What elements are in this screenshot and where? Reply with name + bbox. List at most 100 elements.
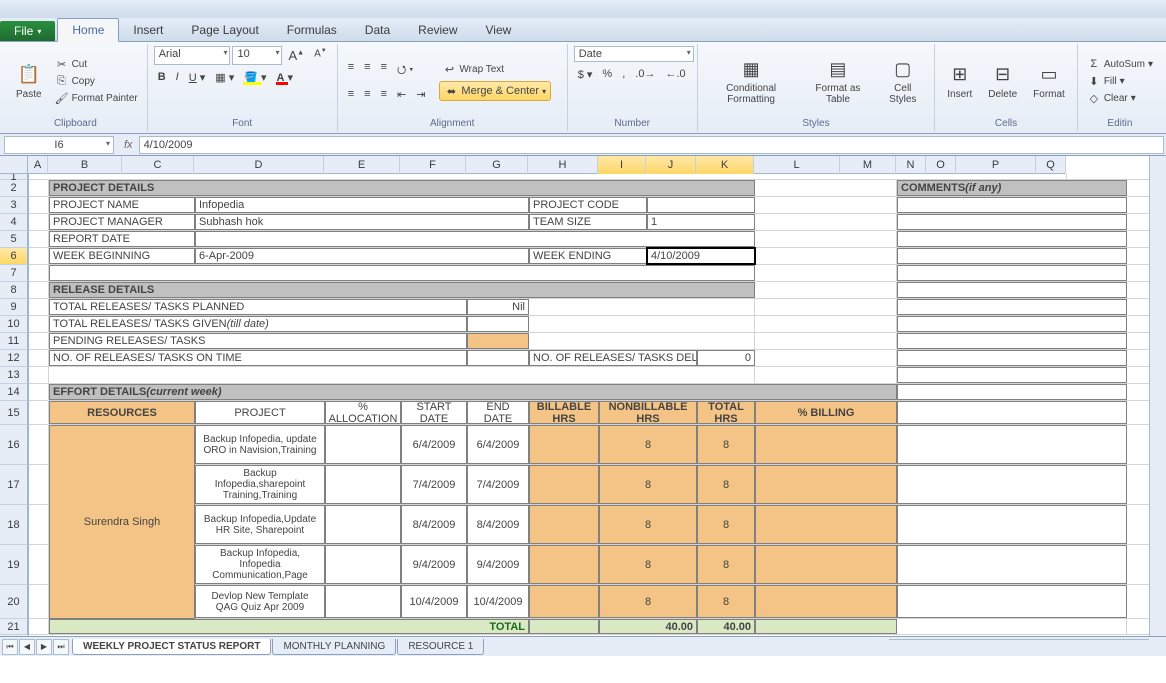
clear-button[interactable]: ◇Clear ▾ <box>1084 90 1156 106</box>
col-header-D[interactable]: D <box>194 156 324 174</box>
row-header-11[interactable]: 11 <box>0 333 28 350</box>
row-header-7[interactable]: 7 <box>0 265 28 282</box>
row-header-12[interactable]: 12 <box>0 350 28 367</box>
row-header-18[interactable]: 18 <box>0 505 28 545</box>
grid[interactable]: PROJECT DETAILSCOMMENTS (if any)PROJECT … <box>29 174 1166 656</box>
copy-button[interactable]: ⎘Copy <box>52 73 141 89</box>
tab-pagelayout[interactable]: Page Layout <box>177 19 272 41</box>
italic-button[interactable]: I <box>172 69 183 86</box>
align-left-button[interactable]: ≡ <box>344 86 358 103</box>
tab-insert[interactable]: Insert <box>119 19 177 41</box>
horizontal-scrollbar[interactable] <box>889 639 1149 656</box>
col-header-O[interactable]: O <box>926 156 956 174</box>
tab-nav-prev[interactable]: ◀ <box>19 639 35 655</box>
align-top-button[interactable]: ≡ <box>344 59 358 82</box>
tab-view[interactable]: View <box>472 19 526 41</box>
orientation-button[interactable]: ⭯ ▾ <box>393 59 417 82</box>
sheet-tab-1[interactable]: WEEKLY PROJECT STATUS REPORT <box>72 639 271 655</box>
font-name-combo[interactable]: Arial <box>154 46 231 65</box>
col-header-K[interactable]: K <box>696 156 754 174</box>
col-header-F[interactable]: F <box>400 156 466 174</box>
row-header-19[interactable]: 19 <box>0 545 28 585</box>
col-header-J[interactable]: J <box>646 156 696 174</box>
format-as-table-button[interactable]: ▤Format as Table <box>803 46 874 116</box>
align-middle-button[interactable]: ≡ <box>360 59 374 82</box>
row-header-10[interactable]: 10 <box>0 316 28 333</box>
col-header-H[interactable]: H <box>528 156 598 174</box>
wrap-text-button[interactable]: ↩Wrap Text <box>439 61 551 77</box>
col-header-B[interactable]: B <box>48 156 122 174</box>
row-header-20[interactable]: 20 <box>0 585 28 619</box>
select-all-corner[interactable] <box>0 156 28 174</box>
tab-review[interactable]: Review <box>404 19 471 41</box>
row-header-21[interactable]: 21 <box>0 619 28 635</box>
conditional-formatting-button[interactable]: ▦Conditional Formatting <box>704 46 799 116</box>
align-right-button[interactable]: ≡ <box>377 86 391 103</box>
font-size-combo[interactable]: 10 <box>232 46 282 65</box>
currency-button[interactable]: $ ▾ <box>574 66 597 83</box>
indent-inc-button[interactable]: ⇥ <box>412 86 429 103</box>
percent-button[interactable]: % <box>598 66 616 83</box>
cut-button[interactable]: ✂Cut <box>52 56 141 72</box>
fill-button[interactable]: ⬇Fill ▾ <box>1084 73 1156 89</box>
insert-cells-button[interactable]: ⊞Insert <box>941 46 978 116</box>
fx-icon[interactable]: fx <box>118 139 139 151</box>
grow-font-button[interactable]: A▲ <box>284 46 308 65</box>
comma-button[interactable]: , <box>618 66 629 83</box>
format-painter-button[interactable]: 🖌Format Painter <box>52 90 141 106</box>
row-header-15[interactable]: 15 <box>0 401 28 425</box>
shrink-font-button[interactable]: A▼ <box>310 46 331 65</box>
autosum-button[interactable]: ΣAutoSum ▾ <box>1084 56 1156 72</box>
col-header-M[interactable]: M <box>840 156 896 174</box>
row-header-5[interactable]: 5 <box>0 231 28 248</box>
row-header-3[interactable]: 3 <box>0 197 28 214</box>
tab-nav-next[interactable]: ▶ <box>36 639 52 655</box>
name-box[interactable]: I6 <box>4 136 114 154</box>
row-header-16[interactable]: 16 <box>0 425 28 465</box>
tab-nav-last[interactable]: ⏭ <box>53 639 69 655</box>
col-header-N[interactable]: N <box>896 156 926 174</box>
inc-decimal-button[interactable]: .0→ <box>631 66 659 83</box>
cell-styles-button[interactable]: ▢Cell Styles <box>877 46 928 116</box>
col-header-Q[interactable]: Q <box>1036 156 1066 174</box>
col-header-A[interactable]: A <box>28 156 48 174</box>
merge-center-button[interactable]: ⬌Merge & Center▾ <box>439 81 551 101</box>
row-header-17[interactable]: 17 <box>0 465 28 505</box>
col-header-L[interactable]: L <box>754 156 840 174</box>
col-header-I[interactable]: I <box>598 156 646 174</box>
row-header-9[interactable]: 9 <box>0 299 28 316</box>
indent-dec-button[interactable]: ⇤ <box>393 86 410 103</box>
align-bottom-button[interactable]: ≡ <box>377 59 391 82</box>
file-tab[interactable]: File <box>0 21 55 41</box>
row-header-13[interactable]: 13 <box>0 367 28 384</box>
formula-bar[interactable]: 4/10/2009 <box>139 136 1164 154</box>
format-cells-button[interactable]: ▭Format <box>1027 46 1071 116</box>
row-header-2[interactable]: 2 <box>0 180 28 197</box>
sheet-tab-3[interactable]: RESOURCE 1 <box>397 639 484 655</box>
col-header-G[interactable]: G <box>466 156 528 174</box>
row-header-6[interactable]: 6 <box>0 248 28 265</box>
paste-button[interactable]: 📋 Paste <box>10 46 48 116</box>
col-header-E[interactable]: E <box>324 156 400 174</box>
column-headers[interactable]: ABCDEFGHIJKLMNOPQ <box>28 156 1066 174</box>
fill-color-button[interactable]: 🪣 ▾ <box>240 69 270 86</box>
number-format-combo[interactable]: Date <box>574 46 694 62</box>
row-header-8[interactable]: 8 <box>0 282 28 299</box>
border-button[interactable]: ▦ ▾ <box>211 69 238 86</box>
tab-data[interactable]: Data <box>351 19 404 41</box>
row-header-4[interactable]: 4 <box>0 214 28 231</box>
col-header-C[interactable]: C <box>122 156 194 174</box>
active-cell[interactable]: 4/10/2009 <box>647 248 755 264</box>
tab-home[interactable]: Home <box>57 18 119 42</box>
tab-formulas[interactable]: Formulas <box>273 19 351 41</box>
font-color-button[interactable]: A ▾ <box>273 69 298 86</box>
tab-nav-first[interactable]: ⏮ <box>2 639 18 655</box>
delete-cells-button[interactable]: ⊟Delete <box>982 46 1023 116</box>
underline-button[interactable]: U ▾ <box>185 69 210 86</box>
align-center-button[interactable]: ≡ <box>360 86 374 103</box>
col-header-P[interactable]: P <box>956 156 1036 174</box>
row-header-14[interactable]: 14 <box>0 384 28 401</box>
sheet-tab-2[interactable]: MONTHLY PLANNING <box>272 639 396 655</box>
row-headers[interactable]: 123456789101112131415161718192021 <box>0 174 29 656</box>
vertical-scrollbar[interactable] <box>1149 156 1166 636</box>
